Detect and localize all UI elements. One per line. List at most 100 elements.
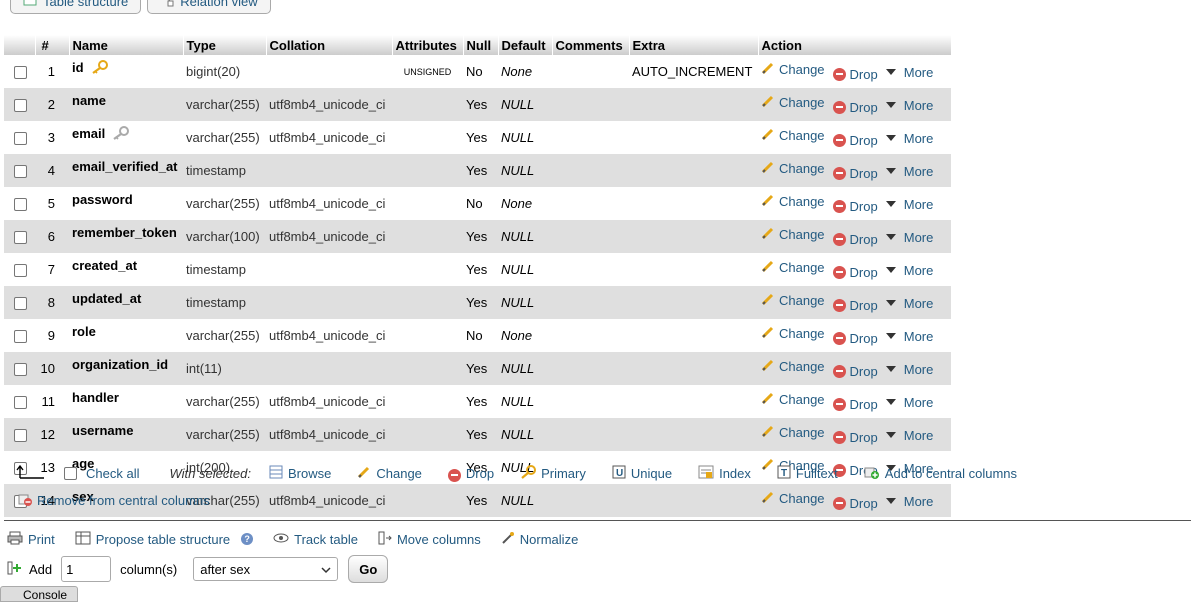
tab-table-structure[interactable]: Table structure	[10, 0, 142, 14]
check-all-label[interactable]: Check all	[86, 466, 139, 481]
row-checkbox[interactable]	[14, 396, 27, 410]
column-type: bigint(20)	[183, 55, 266, 88]
more-label: More	[903, 328, 934, 344]
column-name[interactable]: handler	[72, 390, 119, 405]
bulk-drop-button[interactable]: Drop	[447, 464, 494, 482]
change-button[interactable]: Change	[761, 358, 825, 375]
help-icon[interactable]: ?	[241, 533, 254, 545]
row-checkbox[interactable]	[14, 132, 27, 146]
more-dropdown[interactable]: More	[885, 98, 933, 113]
more-dropdown[interactable]: More	[885, 427, 934, 443]
drop-button[interactable]: Drop	[832, 496, 878, 511]
change-button[interactable]: Change	[761, 61, 825, 78]
drop-button[interactable]: Drop	[832, 298, 878, 313]
header-collation: Collation	[266, 35, 393, 55]
drop-button[interactable]: Drop	[832, 265, 878, 280]
more-dropdown[interactable]: More	[885, 362, 933, 377]
row-checkbox[interactable]	[14, 198, 27, 212]
propose-structure-link[interactable]: Propose table structure ?	[75, 531, 254, 548]
column-number: 7	[35, 253, 69, 286]
go-button[interactable]: Go	[348, 555, 389, 583]
drop-button[interactable]: Drop	[832, 199, 878, 214]
column-name[interactable]: id	[72, 60, 84, 75]
column-name[interactable]: password	[72, 192, 133, 207]
drop-button[interactable]: Drop	[832, 364, 878, 379]
row-checkbox[interactable]	[14, 165, 27, 179]
more-label: More	[903, 427, 934, 443]
change-button[interactable]: Change	[761, 490, 825, 507]
more-dropdown[interactable]: More	[885, 131, 933, 146]
column-name[interactable]: created_at	[72, 258, 137, 273]
column-attributes	[392, 352, 463, 385]
column-name[interactable]: email_verified_at	[72, 159, 178, 174]
drop-button[interactable]: Drop	[832, 67, 878, 82]
column-name[interactable]: updated_at	[72, 291, 141, 306]
drop-button[interactable]: Drop	[832, 430, 878, 445]
column-null: Yes	[463, 286, 498, 319]
track-table-link[interactable]: Track table	[273, 532, 358, 547]
column-name-cell: updated_at	[69, 286, 183, 319]
drop-button[interactable]: Drop	[832, 100, 878, 115]
more-dropdown[interactable]: More	[885, 395, 933, 410]
row-checkbox[interactable]	[14, 330, 27, 344]
bulk-add-to-central-columns-button[interactable]: Add to central columns	[864, 464, 1017, 482]
row-checkbox[interactable]	[14, 429, 27, 443]
more-dropdown[interactable]: More	[885, 328, 934, 344]
change-button[interactable]: Change	[761, 424, 825, 441]
change-button[interactable]: Change	[761, 325, 825, 342]
console-tab[interactable]: Console	[0, 586, 78, 602]
row-checkbox[interactable]	[14, 66, 27, 80]
more-dropdown[interactable]: More	[885, 263, 933, 278]
change-button[interactable]: Change	[761, 259, 825, 276]
drop-button[interactable]: Drop	[832, 166, 878, 181]
tab-label: Relation view	[180, 0, 258, 9]
check-all-checkbox[interactable]	[64, 466, 77, 480]
more-dropdown[interactable]: More	[885, 197, 933, 212]
bulk-unique-button[interactable]: U Unique	[612, 464, 672, 482]
action-cell: Change Drop More	[758, 385, 951, 418]
header-name[interactable]: Name	[69, 35, 184, 55]
change-button[interactable]: Change	[761, 193, 825, 210]
move-columns-link[interactable]: Move columns	[378, 531, 481, 548]
change-button[interactable]: Change	[761, 391, 825, 408]
remove-central-columns-link[interactable]: Remove from central columns	[18, 492, 210, 509]
column-extra	[629, 154, 758, 187]
column-name[interactable]: organization_id	[72, 357, 168, 372]
drop-button[interactable]: Drop	[832, 397, 878, 412]
add-columns-count-input[interactable]	[61, 556, 112, 582]
drop-button[interactable]: Drop	[832, 133, 878, 148]
more-dropdown[interactable]: More	[885, 230, 933, 245]
column-collation: utf8mb4_unicode_ci	[266, 121, 392, 154]
row-checkbox[interactable]	[14, 363, 27, 377]
row-checkbox[interactable]	[14, 231, 27, 245]
row-checkbox[interactable]	[14, 297, 27, 311]
row-checkbox[interactable]	[14, 99, 27, 113]
change-button[interactable]: Change	[761, 160, 825, 177]
column-position-select[interactable]: after sex	[193, 557, 339, 581]
column-name[interactable]: remember_token	[72, 225, 177, 240]
row-checkbox[interactable]	[14, 264, 27, 278]
bulk-index-button[interactable]: Index	[698, 464, 751, 482]
bulk-change-button[interactable]: Change	[357, 464, 422, 482]
change-button[interactable]: Change	[761, 292, 825, 309]
drop-button[interactable]: Drop	[832, 232, 878, 247]
more-dropdown[interactable]: More	[885, 164, 933, 179]
column-name[interactable]: role	[72, 324, 96, 339]
column-name[interactable]: username	[72, 423, 133, 438]
change-button[interactable]: Change	[761, 127, 825, 144]
change-button[interactable]: Change	[761, 226, 825, 243]
change-button[interactable]: Change	[761, 94, 825, 111]
tab-relation-view[interactable]: Relation view	[147, 0, 271, 14]
drop-button[interactable]: Drop	[832, 331, 878, 346]
bulk-fulltext-button[interactable]: T Fulltext	[777, 464, 838, 482]
more-dropdown[interactable]: More	[885, 65, 933, 80]
more-dropdown[interactable]: More	[885, 494, 933, 509]
column-type: varchar(255)	[183, 319, 266, 352]
bulk-primary-button[interactable]: Primary	[520, 464, 586, 482]
more-dropdown[interactable]: More	[885, 296, 933, 311]
normalize-link[interactable]: Normalize	[501, 531, 578, 548]
bulk-browse-button[interactable]: Browse	[269, 464, 331, 482]
column-name[interactable]: name	[72, 93, 106, 108]
print-link[interactable]: Print	[7, 531, 55, 548]
column-name[interactable]: email	[72, 126, 105, 141]
